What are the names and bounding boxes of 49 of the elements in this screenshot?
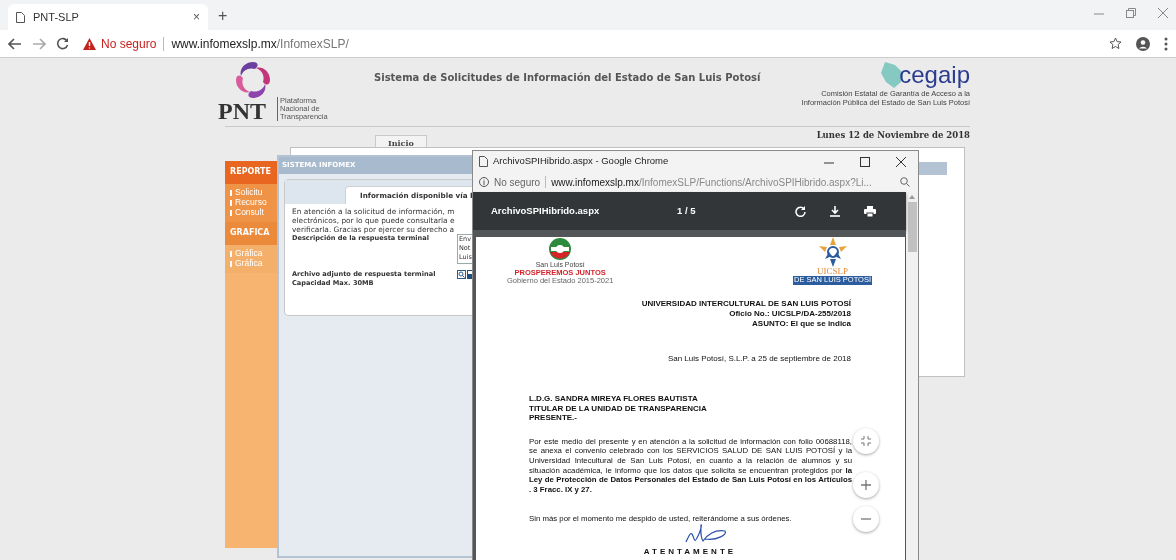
scrollbar-thumb[interactable] <box>907 202 917 252</box>
restore-icon[interactable] <box>1126 8 1136 18</box>
file-name: ArchivoSPIHibrido.aspx <box>491 203 601 218</box>
signoff-text: ATENTAMENTE <box>643 545 737 558</box>
addressee-text: L.D.G. SANDRA MIREYA FLORES BAUTISTA <box>529 394 698 404</box>
page-title: Sistema de Solicitudes de Información del Estado de San Luis Potosí <box>373 71 761 85</box>
maximize-icon[interactable] <box>860 156 870 167</box>
section-title: GRAFICA <box>230 227 270 240</box>
heading-text: ASUNTO: El que se indica <box>752 319 851 329</box>
security-label[interactable]: No seguro <box>494 174 541 190</box>
print-icon[interactable] <box>864 205 876 217</box>
search-icon[interactable] <box>457 270 466 279</box>
minus-icon <box>861 518 871 520</box>
security-label[interactable]: No seguro <box>101 34 157 53</box>
panel-header <box>919 161 947 175</box>
warning-icon <box>83 37 96 50</box>
profile-icon[interactable] <box>1136 36 1150 51</box>
page-counter: 1 / 5 <box>677 203 696 218</box>
rotate-icon[interactable] <box>795 205 806 217</box>
logo-text: UICSLP <box>817 267 848 276</box>
heading-text: Oficio No.: UICSLP/DA-255/2018 <box>729 309 851 319</box>
zoom-icon[interactable] <box>900 177 910 187</box>
page-icon <box>16 11 25 23</box>
address-field[interactable]: www.infomexslp.mx/InfomexSLP/ <box>171 34 349 53</box>
addressee-text: PRESENTE.- <box>529 413 577 423</box>
date-label: Lunes 12 de Noviembre de 2018 <box>816 129 970 142</box>
close-icon[interactable]: × <box>193 8 200 26</box>
logo-text: PNT <box>218 100 266 122</box>
address-field[interactable]: www.infomexslp.mx/InfomexSLP/Functions/ArchivoSPIHibrido.aspx?Li... <box>551 174 872 190</box>
download-icon[interactable] <box>830 205 840 217</box>
info-icon[interactable] <box>479 177 489 187</box>
nav-tab[interactable]: Inicio <box>375 134 427 149</box>
new-tab-button[interactable]: + <box>214 8 232 24</box>
close-icon[interactable] <box>896 156 906 167</box>
page-icon <box>479 156 488 167</box>
fit-icon <box>861 436 871 446</box>
addressee-text: TITULAR DE LA UNIDAD DE TRANSPARENCIA <box>529 403 707 413</box>
back-arrow-icon[interactable] <box>8 37 22 50</box>
plus-icon <box>861 480 871 490</box>
browser-tab[interactable]: PNT-SLP × <box>8 4 208 30</box>
tab-title: PNT-SLP <box>33 9 79 25</box>
letter-date: San Luis Potosí, S.L.P. a 25 de septiembre de 2018 <box>667 354 851 364</box>
menu-icon[interactable] <box>1164 36 1168 51</box>
heading-text: UNIVERSIDAD INTERCULTURAL DE SAN LUIS POTOSÍ <box>641 299 851 309</box>
logo-text: cegaip <box>899 62 970 88</box>
window-title: ArchivoSPIHibrido.aspx - Google Chrome <box>493 154 669 169</box>
reload-icon[interactable] <box>56 37 69 50</box>
star-icon[interactable] <box>1109 37 1122 50</box>
section-title: REPORTE <box>230 166 271 179</box>
